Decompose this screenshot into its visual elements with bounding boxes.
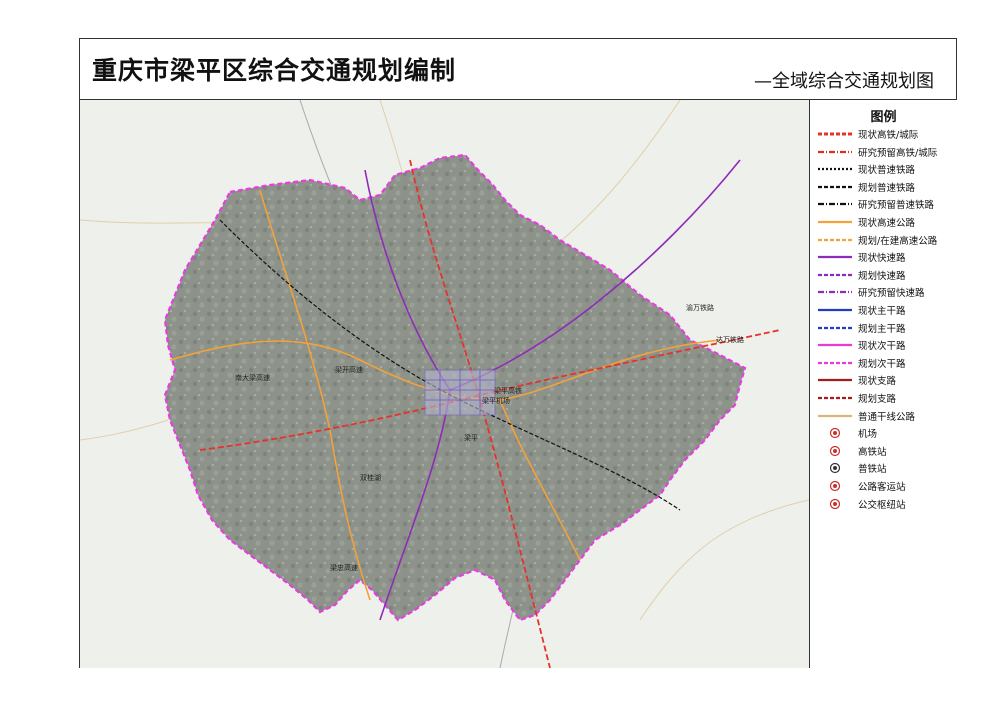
legend-label: 机场 <box>858 429 878 441</box>
legend-line-swatch <box>818 150 852 153</box>
legend-item: 公交枢纽站 <box>810 496 957 512</box>
legend-label: 普通干线公路 <box>858 411 916 423</box>
legend-item: 规划支路 <box>810 390 957 406</box>
legend-item: 研究预留高铁/城际 <box>810 144 957 160</box>
legend-label: 规划快速路 <box>858 270 906 282</box>
legend-label: 公交枢纽站 <box>858 499 906 511</box>
map-label: 渝万铁路 <box>686 303 714 312</box>
legend-item: 现状高速公路 <box>810 214 957 230</box>
map-label: 梁忠高速 <box>330 563 358 572</box>
legend-label: 现状高速公路 <box>858 218 916 229</box>
header: 重庆市梁平区综合交通规划编制 —全域综合交通规划图 <box>80 39 956 100</box>
legend-line-swatch <box>818 168 852 171</box>
legend-item: 现状高铁/城际 <box>810 126 957 142</box>
legend-item: 规划快速路 <box>810 267 957 283</box>
legend-label: 研究预留高铁/城际 <box>858 147 938 159</box>
legend-item: 机场 <box>810 425 957 441</box>
legend-line-swatch <box>818 220 852 224</box>
legend-label: 现状高铁/城际 <box>858 130 919 141</box>
legend-line-swatch <box>818 379 852 382</box>
map-label: 梁平 <box>464 433 478 442</box>
legend-line-swatch <box>818 185 852 188</box>
legend-line-swatch <box>818 273 852 276</box>
map-label: 梁平高铁 <box>494 386 522 395</box>
legend-line-swatch <box>818 291 852 294</box>
rail-station-icon <box>829 463 841 474</box>
legend-label: 现状快速路 <box>858 253 906 265</box>
map-label: 双桂湖 <box>360 473 381 482</box>
hsr-station-icon <box>829 445 841 456</box>
legend-line-swatch <box>818 396 852 400</box>
legend-label: 现状次干路 <box>858 341 906 353</box>
legend-item: 规划普速铁路 <box>810 179 957 195</box>
legend-item: 现状支路 <box>810 372 957 388</box>
legend-item: 规划主干路 <box>810 320 957 336</box>
legend-label: 规划次干路 <box>858 358 906 370</box>
legend-line-swatch <box>818 308 852 312</box>
map-frame: 重庆市梁平区综合交通规划编制 —全域综合交通规划图 梁开高速 达万铁路 渝万铁路… <box>79 38 957 668</box>
map-area[interactable]: 梁开高速 达万铁路 渝万铁路梁平 梁平机场 梁平高铁 南大梁高速梁忠高速 双桂湖 <box>80 100 809 668</box>
legend-item: 现状普速铁路 <box>810 161 957 177</box>
bus-hub-icon <box>829 498 841 509</box>
legend-item: 高铁站 <box>810 443 957 459</box>
legend-label: 现状支路 <box>858 376 897 388</box>
legend-label: 高铁站 <box>858 446 887 458</box>
legend-label: 规划普速铁路 <box>858 182 916 194</box>
legend-line-swatch <box>818 132 852 136</box>
page-subtitle: —全域综合交通规划图 <box>754 71 934 92</box>
legend-label: 规划支路 <box>858 394 897 405</box>
legend-item: 规划/在建高速公路 <box>810 232 957 248</box>
legend-item: 规划次干路 <box>810 355 957 371</box>
legend-item: 现状次干路 <box>810 337 957 353</box>
legend-line-swatch <box>818 326 852 329</box>
legend-line-swatch <box>818 361 852 364</box>
legend-label: 研究预留快速路 <box>858 288 925 300</box>
page-title: 重庆市梁平区综合交通规划编制 <box>92 56 457 85</box>
legend-line-swatch <box>818 203 852 206</box>
legend-label: 现状普速铁路 <box>858 165 916 177</box>
map-label: 梁开高速 <box>335 365 363 374</box>
map-label: 梁平机场 <box>482 396 510 405</box>
legend-label: 普铁站 <box>858 464 887 476</box>
legend-label: 规划主干路 <box>858 323 906 335</box>
legend-line-swatch <box>818 344 852 347</box>
legend-item: 公路客运站 <box>810 478 957 494</box>
legend-item: 现状快速路 <box>810 249 957 265</box>
legend-item: 普通干线公路 <box>810 408 957 424</box>
legend-label: 公路客运站 <box>858 482 906 493</box>
legend-label: 研究预留普速铁路 <box>858 200 935 212</box>
map-label: 南大梁高速 <box>235 373 270 382</box>
legend-title: 图例 <box>870 110 897 125</box>
legend-item: 现状主干路 <box>810 302 957 318</box>
legend-label: 现状主干路 <box>858 306 906 317</box>
map-label: 达万铁路 <box>716 335 744 344</box>
legend-line-swatch <box>818 414 852 417</box>
legend-item: 研究预留快速路 <box>810 284 957 300</box>
legend-item: 普铁站 <box>810 460 957 476</box>
legend-line-swatch <box>818 238 852 241</box>
bus-terminal-icon <box>829 480 841 492</box>
city-core <box>424 369 496 416</box>
map-canvas: 梁开高速 达万铁路 渝万铁路梁平 梁平机场梁平高铁 南大梁高速梁忠高速 双桂湖 <box>80 100 809 668</box>
legend-line-swatch <box>818 256 852 259</box>
legend-panel: 图例 现状高铁/城际研究预留高铁/城际 现状普速铁路 规划普速铁路研究预留普速铁路现… <box>809 100 957 668</box>
legend-label: 规划/在建高速公路 <box>858 235 938 247</box>
legend-item: 研究预留普速铁路 <box>810 196 957 212</box>
airport-icon <box>829 428 841 439</box>
